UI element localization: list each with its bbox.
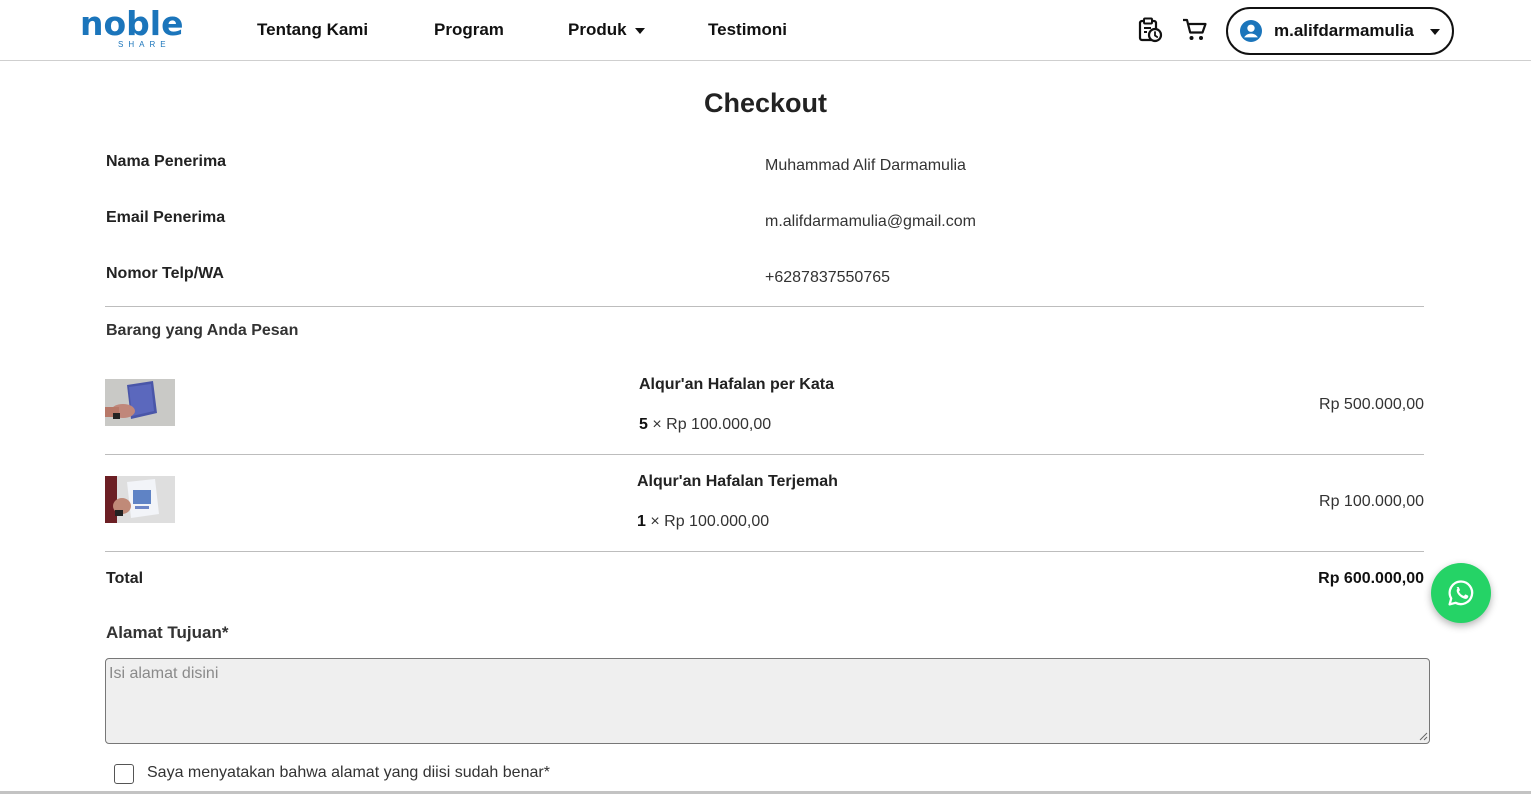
item-name: Alqur'an Hafalan Terjemah (637, 473, 838, 490)
item-name: Alqur'an Hafalan per Kata (639, 376, 834, 393)
item-times: × (652, 416, 662, 433)
logo[interactable]: noble SHARE (80, 4, 183, 52)
divider (105, 454, 1424, 455)
item-subtotal: Rp 100.000,00 (1319, 493, 1424, 510)
chevron-down-icon (1430, 29, 1440, 35)
logo-text: noble (80, 4, 184, 43)
item-unit-price: Rp 100.000,00 (666, 416, 772, 433)
recipient-email-label: Email Penerima (106, 209, 226, 226)
item-quantity-price: 1 × Rp 100.000,00 (637, 512, 769, 532)
nav-dropdown-produk[interactable]: Produk (568, 19, 645, 41)
whatsapp-button[interactable] (1431, 563, 1491, 623)
address-confirm-label[interactable]: Saya menyatakan bahwa alamat yang diisi … (147, 763, 550, 783)
recipient-name-value: Muhammad Alif Darmamulia (765, 157, 966, 174)
item-subtotal: Rp 500.000,00 (1319, 396, 1424, 413)
logo-subtext: SHARE (118, 40, 171, 49)
user-name: m.alifdarmamulia (1274, 21, 1414, 40)
product-thumbnail (105, 379, 175, 426)
nav-link-testimoni[interactable]: Testimoni (708, 19, 787, 41)
total-value: Rp 600.000,00 (1318, 570, 1424, 587)
divider (105, 306, 1424, 307)
clipboard-clock-icon[interactable] (1136, 16, 1164, 44)
ordered-items-label: Barang yang Anda Pesan (106, 322, 299, 339)
item-qty: 5 (639, 416, 648, 433)
nav-link-tentang-kami[interactable]: Tentang Kami (257, 19, 368, 41)
navbar: noble SHARE Tentang Kami Program Produk … (0, 0, 1531, 61)
whatsapp-icon (1448, 580, 1474, 606)
address-textarea[interactable] (105, 658, 1430, 744)
item-times: × (650, 513, 660, 530)
item-unit-price: Rp 100.000,00 (664, 513, 770, 530)
address-label: Alamat Tujuan* (106, 623, 229, 642)
nav-link-program[interactable]: Program (434, 19, 504, 41)
cart-icon[interactable] (1181, 16, 1209, 44)
address-confirm-checkbox[interactable] (114, 764, 134, 784)
item-qty: 1 (637, 513, 646, 530)
recipient-phone-value: +6287837550765 (765, 269, 891, 286)
recipient-email-value: m.alifdarmamulia@gmail.com (765, 213, 976, 230)
product-thumbnail (105, 476, 175, 523)
total-label: Total (106, 570, 144, 587)
item-quantity-price: 5 × Rp 100.000,00 (639, 415, 771, 435)
recipient-name-label: Nama Penerima (106, 153, 227, 170)
user-menu-button[interactable]: m.alifdarmamulia (1226, 7, 1454, 55)
chevron-down-icon (634, 27, 645, 34)
page-title: Checkout (703, 88, 828, 118)
divider (105, 551, 1424, 552)
nav-link-produk-label: Produk (568, 20, 627, 39)
account-circle-icon (1240, 20, 1262, 42)
resize-handle-icon[interactable] (1418, 731, 1428, 741)
recipient-phone-label: Nomor Telp/WA (106, 265, 224, 282)
